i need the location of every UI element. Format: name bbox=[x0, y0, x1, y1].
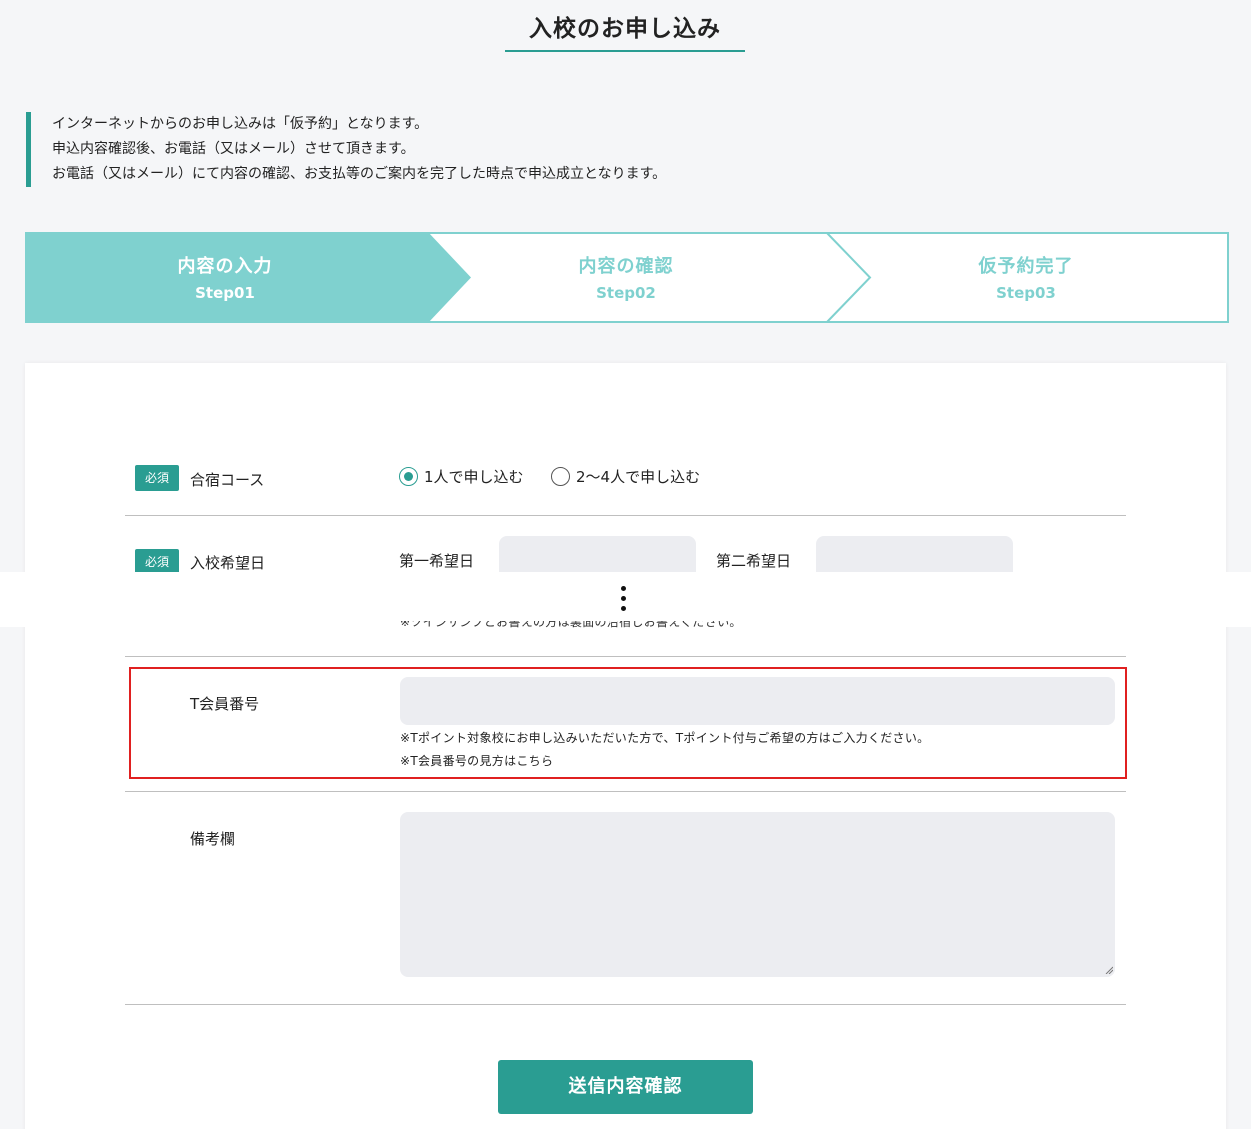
row-divider bbox=[125, 515, 1126, 516]
notice-line-1: インターネットからのお申し込みは「仮予約」となります。 bbox=[52, 116, 429, 132]
step-2-title: 内容の確認 bbox=[578, 256, 674, 277]
step-1: 内容の入力 Step01 bbox=[25, 232, 425, 323]
step-3: 仮予約完了 Step03 bbox=[826, 232, 1226, 323]
course-label: 合宿コース bbox=[190, 471, 265, 489]
row-divider bbox=[125, 1004, 1126, 1005]
notice-box: インターネットからのお申し込みは「仮予約」となります。 申込内容確認後、お電話（… bbox=[26, 112, 786, 187]
more-vertical-icon[interactable] bbox=[619, 586, 627, 614]
highlight-box bbox=[129, 667, 1127, 779]
resize-grip-icon[interactable] bbox=[1105, 966, 1113, 974]
step-3-number: Step03 bbox=[996, 284, 1056, 302]
first-choice-label: 第一希望日 bbox=[399, 552, 475, 570]
radio-single[interactable] bbox=[399, 467, 418, 486]
radio-group[interactable] bbox=[551, 467, 570, 486]
row-divider bbox=[125, 791, 1126, 792]
remarks-label: 備考欄 bbox=[190, 830, 236, 848]
step-1-number: Step01 bbox=[195, 284, 255, 302]
second-choice-label: 第二希望日 bbox=[716, 552, 792, 570]
submit-confirm-button[interactable]: 送信内容確認 bbox=[498, 1060, 753, 1114]
remarks-textarea[interactable] bbox=[400, 812, 1115, 977]
step-3-title: 仮予約完了 bbox=[978, 256, 1074, 277]
page-title: 入校のお申し込み bbox=[505, 12, 745, 52]
radio-group-label[interactable]: 2〜4人で申し込む bbox=[576, 466, 700, 487]
partial-hint-text: ※ツインサンプとお書えの方は裏面の治宿しお書えください。 bbox=[400, 621, 742, 629]
date-label: 入校希望日 bbox=[190, 554, 266, 572]
row-divider bbox=[125, 656, 1126, 657]
required-badge: 必須 bbox=[135, 465, 179, 491]
step-1-title: 内容の入力 bbox=[177, 256, 273, 277]
step-2: 内容の確認 Step02 bbox=[426, 232, 826, 323]
radio-single-label[interactable]: 1人で申し込む bbox=[424, 466, 524, 487]
step-2-number: Step02 bbox=[596, 284, 656, 302]
notice-line-2: 申込内容確認後、お電話（又はメール）させて頂きます。 bbox=[52, 141, 415, 157]
progress-stepper: 内容の入力 Step01 内容の確認 Step02 仮予約完了 Step03 bbox=[25, 232, 1229, 323]
notice-line-3: お電話（又はメール）にて内容の確認、お支払等のご案内を完了した時点で申込成立とな… bbox=[52, 166, 667, 182]
partial-hint: ※ツインサンプとお書えの方は裏面の治宿しお書えください。 bbox=[400, 621, 780, 629]
